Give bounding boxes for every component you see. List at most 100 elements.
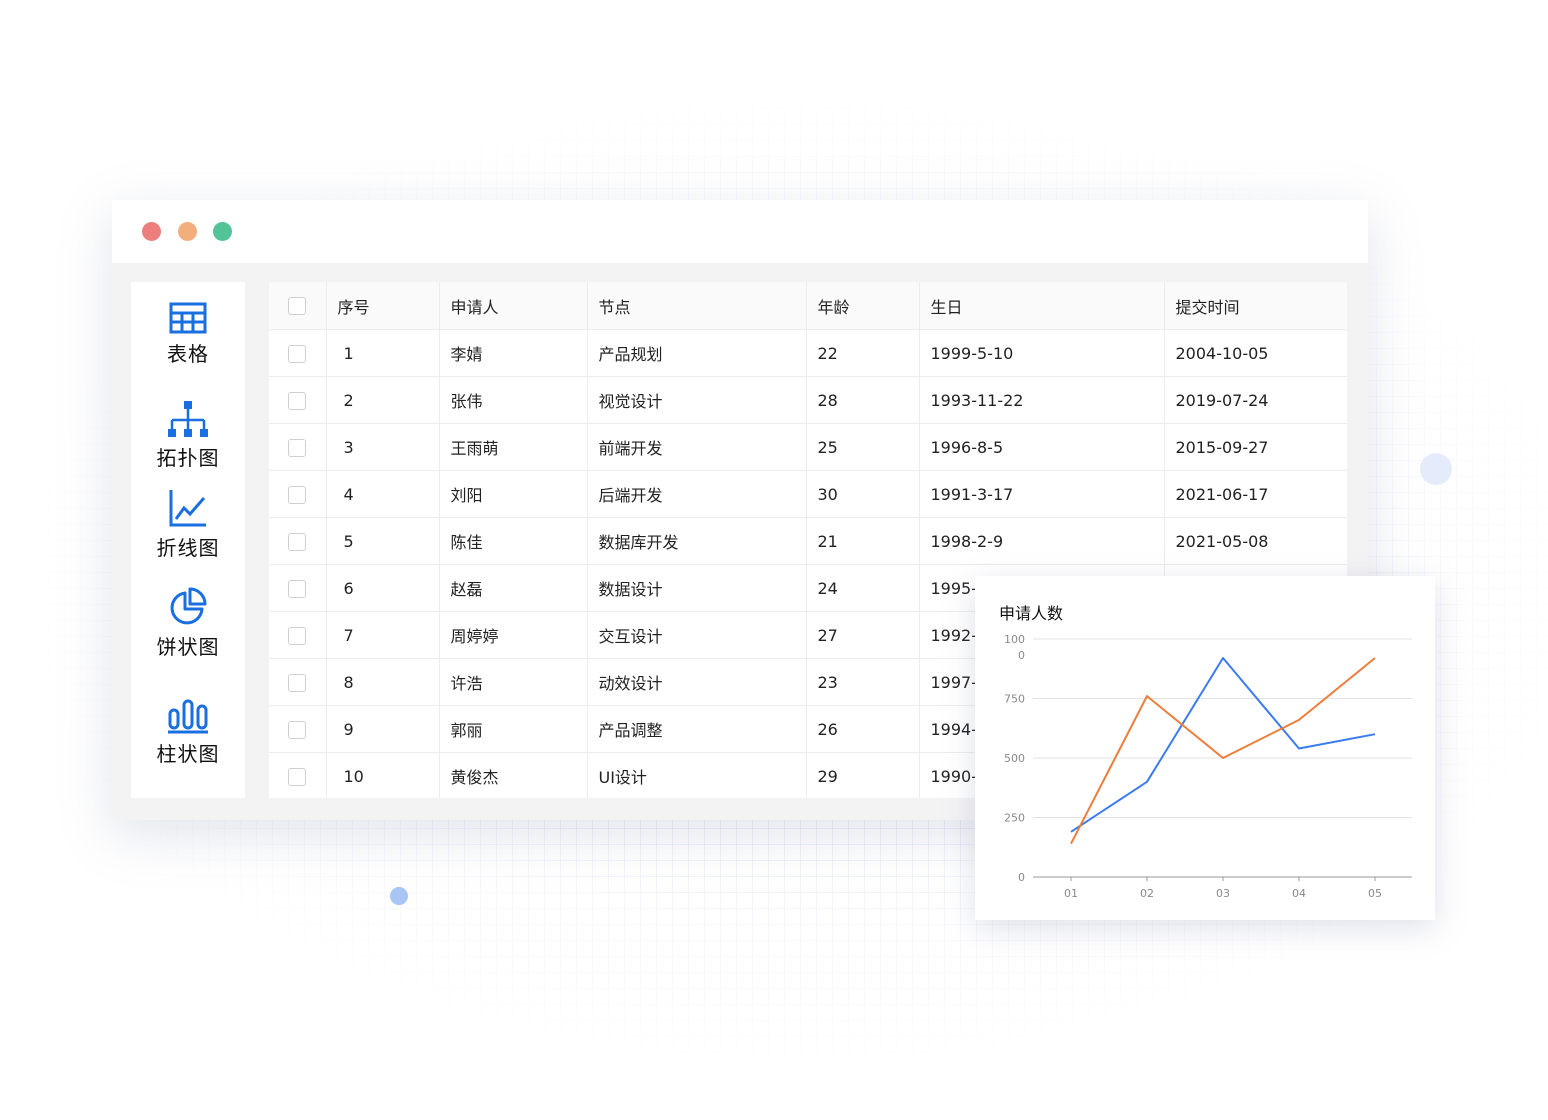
y-tick-label: 100 [1004,633,1025,646]
series-line-1 [1070,657,1376,833]
table-cell: 周婷婷 [438,611,587,659]
row-checkbox[interactable] [288,485,306,504]
x-tick-label: 02 [1140,887,1154,900]
table-cell: 2015-09-27 [1163,423,1347,471]
table-cell: 10 [325,752,439,798]
row-checkbox[interactable] [288,673,306,692]
y-tick-label: 0 [1018,649,1025,662]
sidebar-item-line-chart[interactable]: 折线图 [131,488,245,561]
row-checkbox[interactable] [288,438,306,457]
column-header[interactable]: 年龄 [805,282,919,330]
x-tick-label: 04 [1292,887,1306,900]
row-select-cell [269,470,326,518]
row-checkbox[interactable] [288,344,306,363]
x-tick-label: 03 [1216,887,1230,900]
line-chart-icon [169,490,206,527]
column-header[interactable]: 提交时间 [1163,282,1347,330]
table-row[interactable]: 3 王雨萌 前端开发 25 1996-8-5 2015-09-27 [269,423,1347,471]
table-cell: 许浩 [438,658,587,706]
table-cell: UI设计 [586,752,806,798]
row-select-cell [269,611,326,659]
table-cell: 21 [805,517,919,565]
row-select-cell [269,423,326,471]
table-cell: 1996-8-5 [918,423,1164,471]
bar-chart-icon [168,699,208,734]
y-tick-label: 500 [1004,752,1025,765]
table-cell: 1998-2-9 [918,517,1164,565]
row-checkbox[interactable] [288,626,306,645]
table-cell: 产品规划 [586,329,806,377]
table-cell: 8 [325,658,439,706]
table-cell: 1 [325,329,439,377]
sidebar-item-label: 表格 [167,342,209,366]
table-cell: 2021-05-08 [1163,517,1347,565]
row-checkbox[interactable] [288,532,306,551]
table-cell: 陈佳 [438,517,587,565]
table-cell: 产品调整 [586,705,806,753]
topology-icon [168,401,208,437]
table-cell: 刘阳 [438,470,587,518]
table-cell: 后端开发 [586,470,806,518]
table-cell: 王雨萌 [438,423,587,471]
sidebar-item-table[interactable]: 表格 [131,302,245,367]
table-cell: 27 [805,611,919,659]
table-row[interactable]: 5 陈佳 数据库开发 21 1998-2-9 2021-05-08 [269,517,1347,565]
sidebar-item-label: 柱状图 [156,742,220,766]
table-header-row: 序号 申请人 节点 年龄 生日 提交时间 [269,282,1347,330]
table-cell: 张伟 [438,376,587,424]
table-cell: 前端开发 [586,423,806,471]
pie-chart-icon [170,587,207,625]
row-checkbox[interactable] [288,720,306,739]
table-cell: 李婧 [438,329,587,377]
line-chart: 0250500750100001 02 03 04 05 [1004,633,1412,900]
close-window-button[interactable] [142,222,161,241]
table-row[interactable]: 2 张伟 视觉设计 28 1993-11-22 2019-07-24 [269,376,1347,424]
sidebar-item-label: 饼状图 [156,635,220,659]
y-tick-label: 750 [1004,693,1025,706]
column-header[interactable]: 节点 [586,282,806,330]
table-cell: 交互设计 [586,611,806,659]
title-bar [112,200,1368,263]
table-cell: 23 [805,658,919,706]
row-select-cell [269,752,326,798]
table-cell: 数据设计 [586,564,806,612]
column-header[interactable]: 生日 [918,282,1164,330]
minimize-window-button[interactable] [178,222,197,241]
select-all-cell [269,282,326,330]
sidebar: 表格 拓扑图 折线图 饼状图 柱状图 [131,282,245,798]
table-cell: 黄俊杰 [438,752,587,798]
table-cell: 数据库开发 [586,517,806,565]
x-tick-label: 05 [1368,887,1382,900]
row-select-cell [269,564,326,612]
row-checkbox[interactable] [288,391,306,410]
sidebar-item-bar-chart[interactable]: 柱状图 [131,698,245,767]
table-row[interactable]: 4 刘阳 后端开发 30 1991-3-17 2021-06-17 [269,470,1347,518]
sidebar-item-label: 拓扑图 [156,446,220,470]
row-select-cell [269,658,326,706]
table-row[interactable]: 1 李婧 产品规划 22 1999-5-10 2004-10-05 [269,329,1347,377]
x-tick-label: 01 [1064,887,1078,900]
row-checkbox[interactable] [288,579,306,598]
table-cell: 28 [805,376,919,424]
table-cell: 7 [325,611,439,659]
table-cell: 1991-3-17 [918,470,1164,518]
row-select-cell [269,705,326,753]
select-all-checkbox[interactable] [288,297,306,316]
decorative-dot [390,887,408,905]
table-cell: 1999-5-10 [918,329,1164,377]
sidebar-item-topology[interactable]: 拓扑图 [131,400,245,471]
table-cell: 3 [325,423,439,471]
column-header[interactable]: 申请人 [438,282,587,330]
y-tick-label: 0 [1018,871,1025,884]
table-cell: 26 [805,705,919,753]
table-cell: 4 [325,470,439,518]
table-cell: 25 [805,423,919,471]
row-checkbox[interactable] [288,767,306,786]
zoom-window-button[interactable] [213,222,232,241]
table-cell: 9 [325,705,439,753]
sidebar-item-pie-chart[interactable]: 饼状图 [131,587,245,660]
series-line-2 [1070,657,1376,845]
table-cell: 2019-07-24 [1163,376,1347,424]
column-header[interactable]: 序号 [325,282,439,330]
table-cell: 24 [805,564,919,612]
